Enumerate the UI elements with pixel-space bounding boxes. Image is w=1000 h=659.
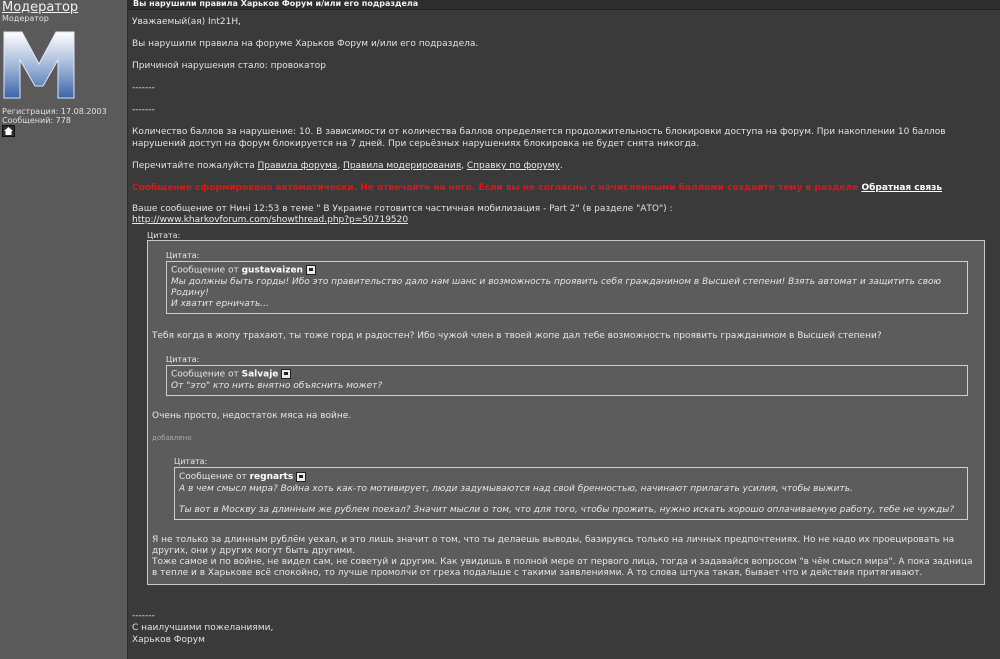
- read-rules-line: Перечитайте пожалуйста Правила форума, П…: [132, 160, 992, 172]
- reply-paragraph: Я не только за длинным рублём уехал, и э…: [152, 535, 974, 579]
- quote-from-prefix: Сообщение от: [171, 369, 242, 380]
- view-post-icon[interactable]: [281, 369, 292, 379]
- separator: -------: [132, 83, 155, 93]
- post-reference-text: Ваше сообщение от Нині 12:53 в теме " В …: [132, 204, 673, 214]
- quote-box: Сообщение от Salvaje От "это" кто нить в…: [166, 365, 968, 396]
- moderation-rules-link[interactable]: Правила модерирования: [343, 161, 461, 171]
- greeting: Уважаемый(ая) Int21H,: [132, 17, 241, 27]
- quote-text: А в чем смысл мира? Война хоть как-то мо…: [179, 484, 853, 494]
- quote-author: Salvaje: [241, 369, 279, 380]
- auto-warning-text: Сообщение сформировано автоматически. Не…: [132, 183, 862, 193]
- nested-quote-3: Цитата: Сообщение от regnarts А в чем см…: [174, 457, 968, 520]
- view-post-icon[interactable]: [296, 471, 307, 482]
- quote-author-line: Сообщение от gustavaizen: [171, 265, 963, 277]
- nested-quote-1: Цитата: Сообщение от gustavaizen Мы долж…: [166, 251, 968, 314]
- home-icon[interactable]: [2, 125, 15, 137]
- added-label: добавлено: [152, 434, 192, 442]
- violation-line: Вы нарушили правила на форуме Харьков Фо…: [132, 39, 479, 49]
- forum-help-link[interactable]: Справку по форуму: [467, 161, 560, 171]
- points-info: Количество баллов за нарушение: 10. В за…: [132, 127, 946, 149]
- user-info: Регистрация: 17.08.2003 Сообщений: 778: [2, 107, 107, 125]
- reply-text: Тоже самое и по войне, не видел сам, не …: [152, 557, 973, 578]
- view-post-icon[interactable]: [305, 265, 316, 275]
- quote-block: Цитата: Сообщение от gustavaizen Мы долж…: [147, 240, 985, 585]
- user-sidebar: Модератор Модератор Регистрация: 17.08.2…: [0, 0, 128, 659]
- separator: -------: [132, 105, 155, 115]
- feedback-link[interactable]: Обратная связь: [861, 183, 942, 193]
- quote-from-prefix: Сообщение от: [179, 472, 250, 482]
- reply-paragraph: Очень просто, недостаток мяса на войне.: [152, 411, 352, 421]
- quote-label: Цитата:: [147, 231, 181, 240]
- signature: ------- С наилучшими пожеланиями, Харько…: [132, 610, 273, 646]
- signature-line: Харьков Форум: [132, 635, 205, 645]
- user-title: Модератор: [2, 14, 49, 23]
- quote-label: Цитата:: [174, 457, 208, 466]
- post-reference: Ваше сообщение от Нині 12:53 в теме " В …: [132, 204, 992, 226]
- forum-rules-link[interactable]: Правила форума: [257, 161, 337, 171]
- auto-warning: Сообщение сформировано автоматически. Не…: [132, 182, 992, 194]
- post-url-link[interactable]: http://www.kharkovforum.com/showthread.p…: [132, 215, 408, 225]
- avatar: [3, 31, 75, 99]
- quote-box: Сообщение от gustavaizen Мы должны быть …: [166, 261, 968, 314]
- read-rules-prefix: Перечитайте пожалуйста: [132, 161, 258, 171]
- quote-label: Цитата:: [166, 355, 200, 364]
- quote-author-line: Сообщение от regnarts: [179, 471, 963, 483]
- quote-author: gustavaizen: [241, 265, 303, 276]
- username-link[interactable]: Модератор: [2, 0, 78, 15]
- quote-author-line: Сообщение от Salvaje: [171, 369, 963, 381]
- house-icon: [4, 127, 13, 135]
- pm-page: Модератор Модератор Регистрация: 17.08.2…: [0, 0, 1000, 659]
- quote-from-prefix: Сообщение от: [171, 265, 242, 276]
- signature-line: С наилучшими пожеланиями,: [132, 623, 274, 633]
- signature-separator: -------: [132, 611, 155, 621]
- quote-text: И хватит ерничать...: [171, 298, 269, 309]
- quote-text: Ты вот в Москву за длинным же рублем пое…: [179, 505, 955, 515]
- registration-date: Регистрация: 17.08.2003: [2, 107, 107, 116]
- subject-bar: Вы нарушили правила Харьков Форум и/или …: [128, 0, 1000, 10]
- quote-box: Сообщение от regnarts А в чем смысл мира…: [174, 467, 968, 520]
- post-count: Сообщений: 778: [2, 116, 71, 125]
- quote-text: От "это" кто нить внятно объяснить может…: [171, 380, 383, 391]
- quote-label: Цитата:: [166, 251, 200, 260]
- nested-quote-2: Цитата: Сообщение от Salvaje От "это" кт…: [166, 355, 968, 396]
- reply-paragraph: Тебя когда в жопу трахают, ты тоже горд …: [152, 331, 882, 341]
- violation-reason: Причиной нарушения стало: провокатор: [132, 61, 327, 71]
- period: .: [559, 161, 563, 171]
- quote-text: Мы должны быть горды! Ибо это правительс…: [171, 276, 942, 298]
- message-subject: Вы нарушили правила Харьков Форум и/или …: [133, 0, 419, 8]
- reply-text: Я не только за длинным рублём уехал, и э…: [152, 535, 955, 556]
- quote-author: regnarts: [249, 472, 294, 482]
- message-body: Уважаемый(ая) Int21H, Вы нарушили правил…: [132, 16, 992, 226]
